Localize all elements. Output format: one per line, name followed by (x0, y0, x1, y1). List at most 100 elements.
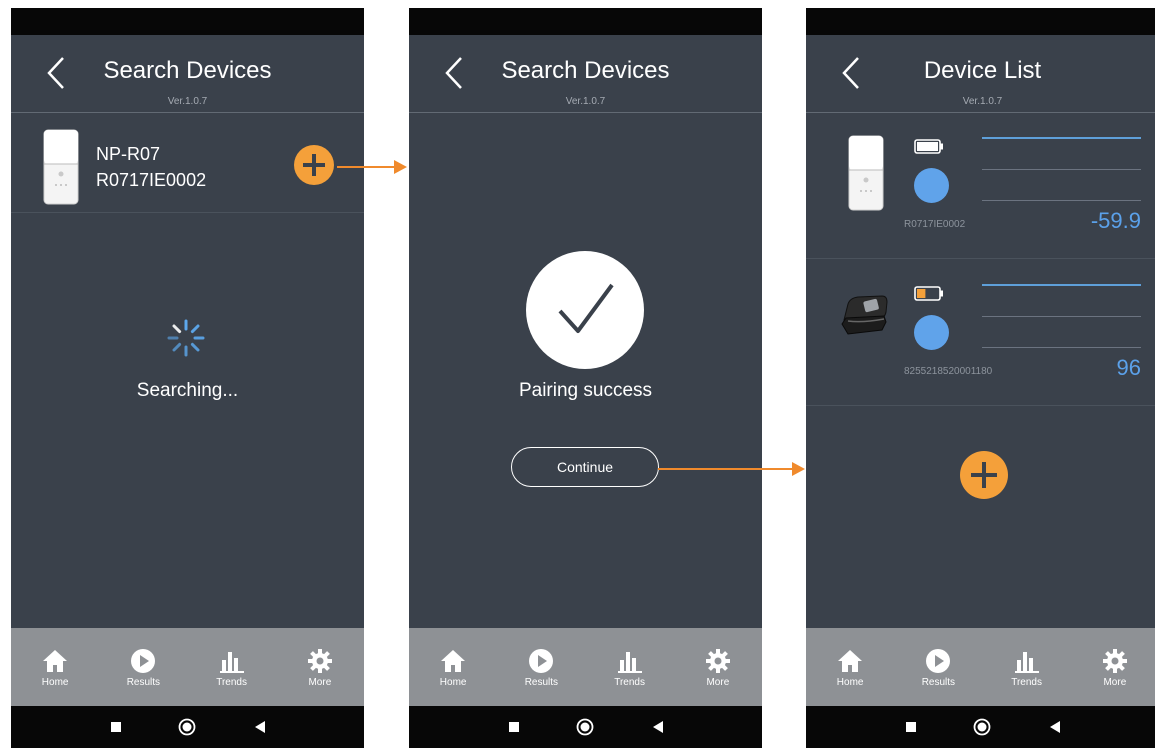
device-name: NP-R07 (96, 144, 161, 164)
connection-status-dot (914, 315, 949, 350)
square-icon (111, 722, 121, 732)
nav-label: More (706, 677, 730, 688)
pulse-oximeter-image (841, 295, 888, 335)
page-title: Search Devices (501, 57, 670, 84)
nav-home[interactable]: Home (409, 628, 497, 706)
recents-button[interactable] (505, 718, 523, 736)
triangle-back-icon (653, 721, 663, 733)
nav-trends[interactable]: Trends (586, 628, 674, 706)
signal-mini-chart (982, 284, 1141, 348)
circle-icon (178, 718, 196, 736)
battery-icon (914, 139, 943, 154)
nav-label: Trends (216, 677, 247, 688)
nav-label: More (1103, 677, 1127, 688)
back-system-button[interactable] (649, 718, 667, 736)
home-system-button[interactable] (973, 718, 991, 736)
recents-button[interactable] (902, 718, 920, 736)
bottom-nav: Home Results Trends More (11, 628, 364, 706)
system-nav-bar (806, 706, 1155, 748)
system-nav-bar (409, 706, 762, 748)
battery-level-fill (917, 289, 926, 298)
pairing-success-text: Pairing success (518, 380, 653, 401)
bottom-nav: Home Results Trends More (806, 628, 1155, 706)
home-system-button[interactable] (576, 718, 594, 736)
sensor-device-image (848, 135, 884, 211)
status-bar (409, 8, 762, 35)
play-circle-icon (131, 649, 156, 673)
device-reading: -59.9 (1090, 208, 1141, 233)
sensor-device-image (43, 129, 79, 205)
version-label: Ver.1.0.7 (962, 96, 1003, 107)
nav-label: Results (524, 677, 559, 688)
screen-pairing-success: Search Devices Ver.1.0.7 Pairing success… (409, 8, 762, 748)
checkmark-icon (558, 283, 614, 333)
continue-button[interactable]: Continue (511, 447, 659, 487)
play-circle-icon (926, 649, 951, 673)
success-check-badge (526, 251, 644, 369)
nav-trends[interactable]: Trends (188, 628, 276, 706)
battery-level-fill (917, 142, 938, 151)
device-serial: R0717IE0002 (96, 170, 207, 190)
add-device-button[interactable] (294, 145, 334, 185)
device-list-item[interactable]: 8255218520001180 96 (806, 260, 1155, 406)
square-icon (509, 722, 519, 732)
circle-icon (973, 718, 991, 736)
system-nav-bar (11, 706, 364, 748)
nav-more[interactable]: More (674, 628, 762, 706)
gear-icon (307, 649, 332, 673)
screen-search-devices: Search Devices Ver.1.0.7 NP-R07 R0717IE0… (11, 8, 364, 748)
screen-device-list: Device List Ver.1.0.7 R0717IE0002 -59.9 (806, 8, 1155, 748)
back-system-button[interactable] (1046, 718, 1064, 736)
connection-status-dot (914, 168, 949, 203)
app-header: Search Devices Ver.1.0.7 (409, 35, 762, 113)
version-label: Ver.1.0.7 (565, 96, 606, 107)
square-icon (906, 722, 916, 732)
nav-label: Home (439, 677, 467, 688)
device-serial: R0717IE0002 (904, 219, 966, 230)
bar-chart-icon (617, 652, 642, 673)
page-title: Device List (923, 57, 1042, 84)
bar-chart-icon (1014, 652, 1039, 673)
nav-results[interactable]: Results (894, 628, 982, 706)
flow-arrow (658, 462, 805, 476)
searching-text: Searching... (136, 380, 239, 401)
nav-label: Home (836, 677, 864, 688)
nav-label: Trends (614, 677, 645, 688)
home-system-button[interactable] (178, 718, 196, 736)
gear-icon (1102, 649, 1127, 673)
play-circle-icon (529, 649, 554, 673)
triangle-back-icon (255, 721, 265, 733)
nav-label: Home (41, 677, 69, 688)
nav-home[interactable]: Home (11, 628, 99, 706)
device-reading: 96 (1116, 355, 1141, 380)
triangle-back-icon (1050, 721, 1060, 733)
nav-results[interactable]: Results (497, 628, 585, 706)
status-bar (806, 8, 1155, 35)
divider (409, 112, 762, 113)
nav-home[interactable]: Home (806, 628, 894, 706)
nav-trends[interactable]: Trends (983, 628, 1071, 706)
signal-mini-chart (982, 137, 1141, 201)
nav-more[interactable]: More (1071, 628, 1155, 706)
page-title: Search Devices (103, 57, 272, 84)
app-header: Search Devices Ver.1.0.7 (11, 35, 364, 113)
loading-spinner-icon (167, 319, 205, 357)
status-bar (11, 8, 364, 35)
home-icon (43, 650, 68, 672)
bottom-nav: Home Results Trends More (409, 628, 762, 706)
add-device-button[interactable] (960, 451, 1008, 499)
bar-chart-icon (219, 652, 244, 673)
recents-button[interactable] (107, 718, 125, 736)
nav-more[interactable]: More (276, 628, 364, 706)
nav-results[interactable]: Results (99, 628, 187, 706)
nav-label: More (308, 677, 332, 688)
battery-icon (914, 286, 943, 301)
circle-icon (576, 718, 594, 736)
app-header: Device List Ver.1.0.7 (806, 35, 1155, 113)
back-system-button[interactable] (251, 718, 269, 736)
device-serial: 8255218520001180 (904, 366, 993, 377)
device-list-item[interactable]: R0717IE0002 -59.9 (806, 113, 1155, 259)
version-label: Ver.1.0.7 (167, 96, 208, 107)
home-icon (838, 650, 863, 672)
gear-icon (705, 649, 730, 673)
